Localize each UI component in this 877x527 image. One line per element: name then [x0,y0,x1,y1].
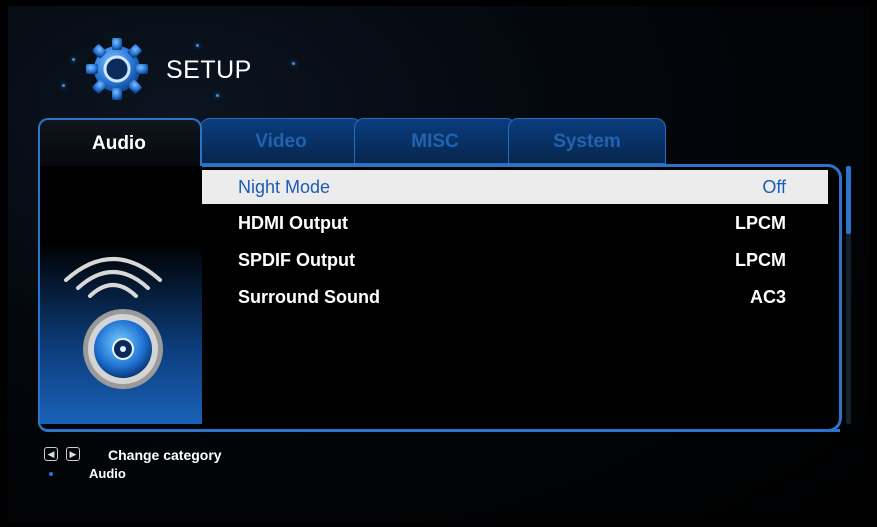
sparkle-dot [196,44,199,47]
arrow-left-key-icon: ◀ [44,447,58,461]
help-hint: Change category [108,447,222,463]
setting-value: AC3 [749,287,786,307]
gear-icon [86,38,148,100]
wireless-waves-icon [64,257,162,298]
setting-label: Surround Sound [238,287,380,307]
tab-label: Audio [92,133,146,154]
setting-label: Night Mode [238,177,331,197]
panel-border [38,422,840,432]
tab-system[interactable]: System [508,118,666,164]
sparkle-dot [292,62,295,65]
scrollbar-thumb[interactable] [846,166,851,234]
sparkle-dot [62,84,65,87]
sparkle-dot [72,58,75,61]
tab-label: MISC [411,131,459,152]
bullet-icon [49,472,53,476]
setting-value: Off [762,177,786,197]
arrow-right-key-icon: ▶ [66,447,80,461]
setting-label: HDMI Output [238,213,348,233]
setting-row-surround-sound[interactable]: Surround Sound AC3 [202,280,828,314]
setting-row-spdif-output[interactable]: SPDIF Output LPCM [202,243,828,277]
setting-label: SPDIF Output [238,250,355,270]
tab-label: System [553,131,621,152]
tab-misc[interactable]: MISC [354,118,516,164]
sparkle-dot [216,94,219,97]
tab-video[interactable]: Video [200,118,362,164]
speaker-icon [83,309,163,389]
page-title: SETUP [166,56,252,84]
setting-value: LPCM [735,213,786,233]
tab-audio[interactable]: Audio [38,118,202,168]
setting-row-hdmi-output[interactable]: HDMI Output LPCM [202,206,828,240]
current-category: Audio [89,466,126,481]
setting-row-night-mode[interactable]: Night Mode Off [202,170,828,204]
tab-label: Video [255,131,307,152]
setting-value: LPCM [735,250,786,270]
